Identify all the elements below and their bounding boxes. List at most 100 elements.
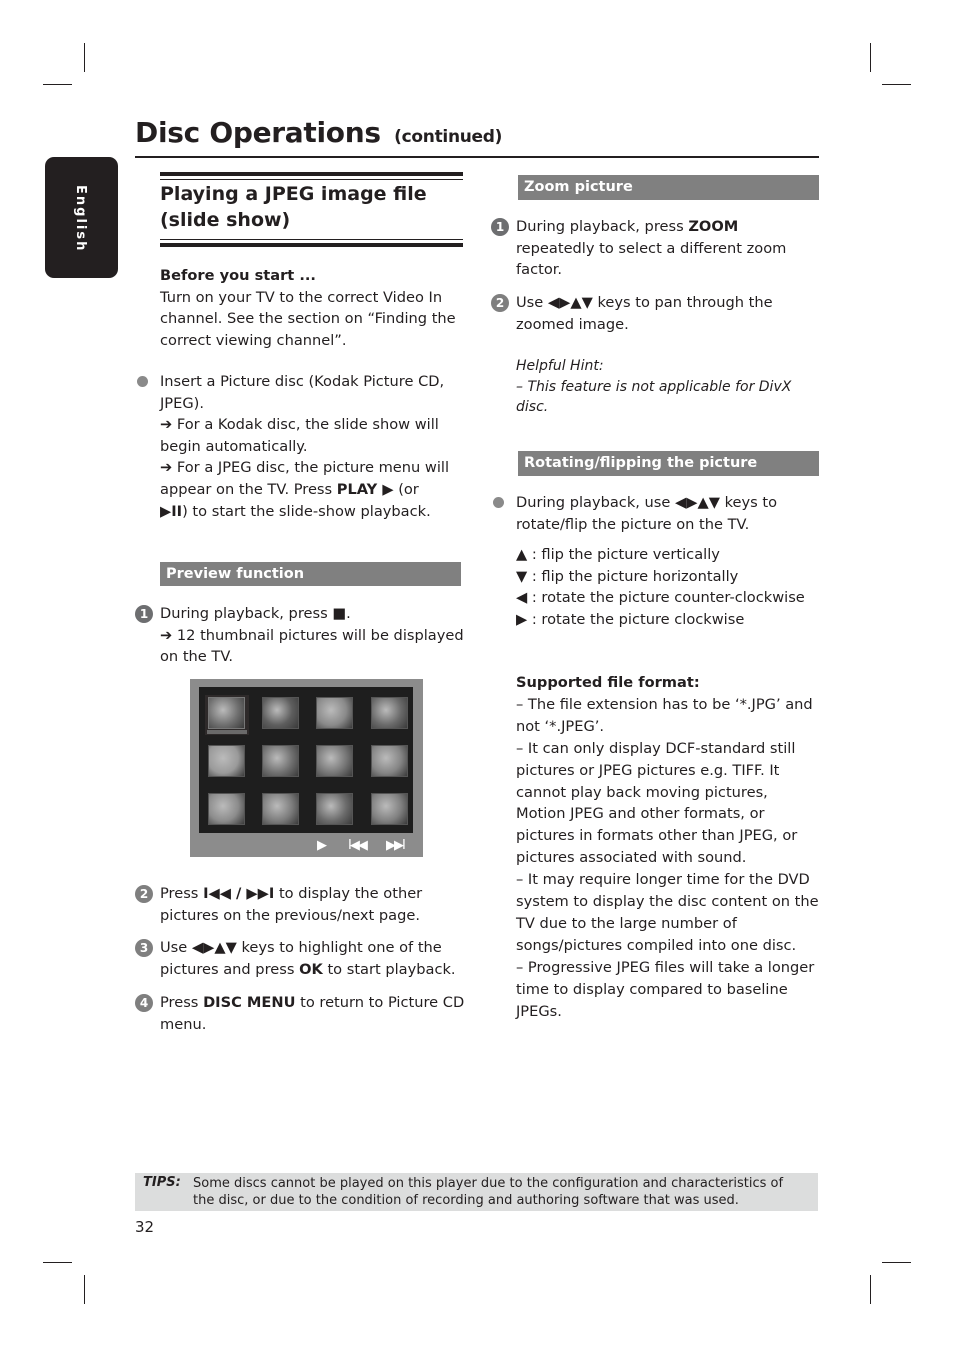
jpeg-note-mid: (or bbox=[398, 480, 419, 498]
tips-text: Some discs cannot be played on this play… bbox=[193, 1176, 784, 1208]
right-arrow-icon: ▶ bbox=[516, 610, 528, 628]
rotate-intro-text: During playback, use bbox=[516, 494, 671, 511]
thumbnail bbox=[371, 793, 408, 825]
supported-file-format: Supported file format: – The file extens… bbox=[516, 672, 821, 1023]
crop-mark bbox=[84, 1275, 85, 1304]
supported-item: – It may require longer time for the DVD… bbox=[516, 871, 819, 954]
section-rule-thin bbox=[160, 179, 463, 180]
supported-item: – It can only display DCF-standard still… bbox=[516, 739, 798, 867]
prev-next-keys-icon: I◀◀ / ▶▶I bbox=[203, 885, 275, 902]
stop-key-icon: ■ bbox=[332, 605, 347, 622]
thumbnail bbox=[316, 745, 353, 777]
crop-mark bbox=[870, 43, 871, 72]
selection-bar bbox=[207, 730, 247, 734]
thumbnail bbox=[262, 745, 299, 777]
hint-text: – This feature is not applicable for Div… bbox=[516, 378, 792, 416]
step-text: During playback, press bbox=[160, 605, 328, 622]
crop-mark bbox=[43, 1262, 72, 1263]
thumbnail bbox=[316, 793, 353, 825]
rotate-item: ▼ : flip the picture horizontally bbox=[516, 566, 826, 588]
arrow-keys-icon: ◀▶▲▼ bbox=[675, 494, 720, 511]
thumbnail bbox=[371, 745, 408, 777]
step-text: Use bbox=[516, 294, 544, 311]
step-number-4-icon: 4 bbox=[135, 994, 153, 1012]
rotate-intro: During playback, use ◀▶▲▼ keys to rotate… bbox=[516, 492, 816, 535]
crop-mark bbox=[43, 84, 72, 85]
bullet-icon bbox=[137, 376, 148, 387]
section-heading: Playing a JPEG image file (slide show) bbox=[160, 181, 460, 233]
tips-label: TIPS: bbox=[143, 1175, 181, 1190]
next-icon: ▶▶I bbox=[386, 838, 406, 853]
title-divider bbox=[135, 156, 819, 158]
step-text: Press bbox=[160, 994, 199, 1011]
crop-mark bbox=[882, 84, 911, 85]
crop-mark bbox=[84, 43, 85, 72]
arrow-right-icon: ➔ bbox=[160, 459, 177, 477]
down-arrow-icon: ▼ bbox=[516, 567, 528, 585]
rotate-item: ▲ : flip the picture vertically bbox=[516, 544, 826, 566]
arrow-keys-icon: ◀▶▲▼ bbox=[547, 294, 593, 311]
play-pause-key: ▶II bbox=[160, 502, 183, 520]
section-rule-thin bbox=[160, 239, 463, 240]
section-rule-thick bbox=[160, 172, 463, 176]
rotate-item-text: : flip the picture horizontally bbox=[527, 567, 739, 585]
thumbnail bbox=[262, 793, 299, 825]
rotate-list: ▲ : flip the picture vertically ▼ : flip… bbox=[516, 544, 826, 630]
page-title-text: Disc Operations bbox=[135, 116, 381, 149]
supported-label: Supported file format: bbox=[516, 674, 700, 691]
crop-mark bbox=[870, 1275, 871, 1304]
before-start-text: Turn on your TV to the correct Video In … bbox=[160, 288, 456, 349]
step-number-2-icon: 2 bbox=[491, 294, 509, 312]
thumbnail bbox=[371, 697, 408, 729]
preview-step-2: Press I◀◀ / ▶▶I to display the other pic… bbox=[160, 883, 465, 926]
insert-disc-text: Insert a Picture disc (Kodak Picture CD,… bbox=[160, 373, 445, 412]
rotate-item: ▶ : rotate the picture clockwise bbox=[516, 609, 826, 631]
step-text: During playback, press bbox=[516, 218, 684, 235]
before-start-label: Before you start ... bbox=[160, 267, 316, 284]
arrow-keys-icon: ◀▶▲▼ bbox=[191, 939, 237, 956]
up-arrow-icon: ▲ bbox=[516, 546, 528, 563]
zoom-key: ZOOM bbox=[688, 218, 739, 235]
thumbnail bbox=[208, 697, 245, 729]
step-number-2-icon: 2 bbox=[135, 885, 153, 903]
section-heading-line2: (slide show) bbox=[160, 209, 291, 231]
section-rule-thick bbox=[160, 243, 463, 247]
rotate-item-text: : flip the picture vertically bbox=[527, 546, 720, 563]
play-icon: ▶ bbox=[317, 838, 327, 853]
disc-menu-key: DISC MENU bbox=[203, 994, 296, 1011]
thumbnail bbox=[208, 745, 245, 777]
zoom-step-1: During playback, press ZOOM repeatedly t… bbox=[516, 216, 816, 281]
section-heading-line1: Playing a JPEG image file bbox=[160, 183, 427, 205]
preview-function-bar: Preview function bbox=[160, 562, 461, 586]
step-text: Use bbox=[160, 939, 188, 956]
ok-key: OK bbox=[299, 960, 323, 978]
step-text-end: to start playback. bbox=[327, 960, 456, 978]
preview-step-3: Use ◀▶▲▼ keys to highlight one of the pi… bbox=[160, 937, 465, 980]
tv-screen bbox=[199, 687, 413, 833]
crop-mark bbox=[882, 1262, 911, 1263]
step-number-3-icon: 3 bbox=[135, 939, 153, 957]
before-you-start: Before you start ... Turn on your TV to … bbox=[160, 265, 465, 351]
tips-box: TIPS: Some discs cannot be played on thi… bbox=[135, 1173, 818, 1211]
arrow-right-icon: ➔ bbox=[160, 626, 177, 644]
bullet-icon bbox=[493, 497, 504, 508]
hint-label: Helpful Hint: bbox=[516, 358, 604, 374]
zoom-picture-bar: Zoom picture bbox=[518, 175, 819, 200]
step-text-end: . bbox=[346, 605, 351, 622]
preview-step-1: During playback, press ■. ➔ 12 thumbnail… bbox=[160, 603, 465, 668]
step-text-end: to display the other pictures on the pre… bbox=[160, 885, 423, 924]
page-number: 32 bbox=[135, 1218, 155, 1236]
kodak-note: For a Kodak disc, the slide show will be… bbox=[160, 416, 439, 455]
helpful-hint: Helpful Hint: – This feature is not appl… bbox=[516, 356, 816, 418]
thumbnail-preview-image: ▶ I◀◀ ▶▶I bbox=[190, 679, 423, 857]
rotate-item-text: : rotate the picture clockwise bbox=[527, 610, 745, 628]
insert-disc-step: Insert a Picture disc (Kodak Picture CD,… bbox=[160, 371, 460, 522]
previous-icon: I◀◀ bbox=[348, 838, 368, 853]
language-tab: English bbox=[45, 157, 118, 278]
step-note: 12 thumbnail pictures will be displayed … bbox=[160, 626, 464, 666]
page-title-continued: (continued) bbox=[394, 127, 503, 147]
supported-item: – Progressive JPEG files will take a lon… bbox=[516, 958, 815, 1020]
thumbnail bbox=[262, 697, 299, 729]
rotate-item-text: : rotate the picture counter-clockwise bbox=[527, 589, 805, 607]
language-tab-label: English bbox=[73, 185, 88, 253]
